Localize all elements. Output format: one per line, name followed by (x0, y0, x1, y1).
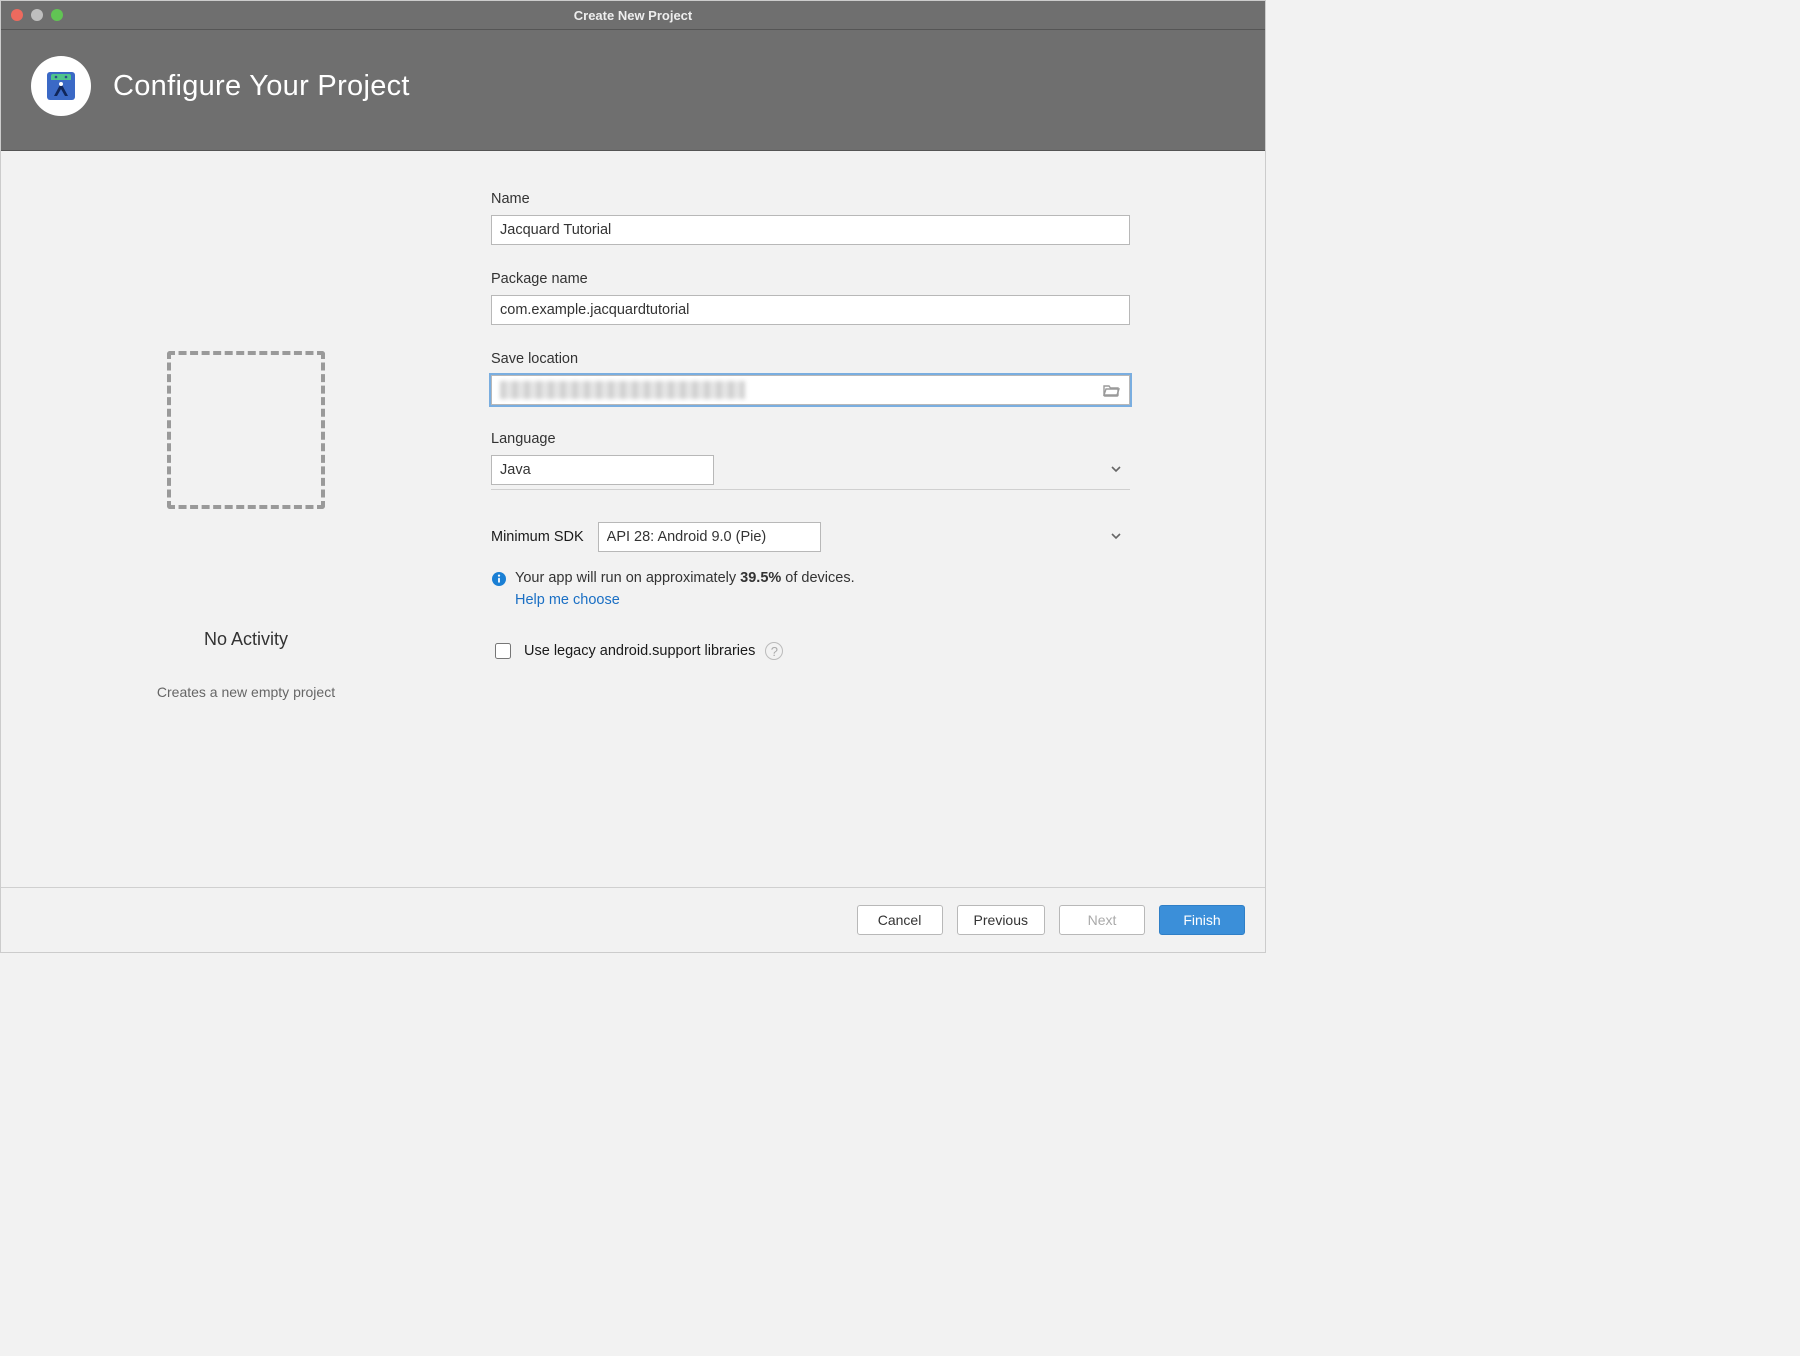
min-sdk-select[interactable] (598, 522, 821, 552)
dialog-footer: Cancel Previous Next Finish (1, 887, 1265, 952)
dialog-body: No Activity Creates a new empty project … (1, 151, 1265, 887)
help-me-choose-link[interactable]: Help me choose (515, 592, 855, 608)
package-input[interactable] (491, 295, 1130, 325)
template-thumbnail (167, 351, 325, 509)
dialog-header: Configure Your Project (1, 30, 1265, 151)
folder-open-icon (1103, 383, 1121, 397)
template-title: No Activity (204, 629, 288, 650)
name-input[interactable] (491, 215, 1130, 245)
previous-button[interactable]: Previous (957, 905, 1045, 935)
field-legacy-libs: Use legacy android.support libraries ? (491, 640, 1130, 662)
dialog-heading: Configure Your Project (113, 70, 410, 103)
legacy-help-button[interactable]: ? (765, 642, 783, 660)
project-form: Name Package name Save location (491, 151, 1265, 887)
save-location-input[interactable] (492, 376, 1095, 404)
save-location-label: Save location (491, 351, 1130, 367)
min-sdk-label: Minimum SDK (491, 529, 584, 545)
minimize-window-button[interactable] (31, 9, 43, 21)
field-language: Language (491, 431, 1130, 490)
field-name: Name (491, 191, 1130, 245)
chevron-down-icon (1110, 530, 1122, 542)
maximize-window-button[interactable] (51, 9, 63, 21)
window-controls (1, 9, 63, 21)
template-preview-pane: No Activity Creates a new empty project (1, 151, 491, 887)
android-studio-logo (31, 56, 91, 116)
template-subtitle: Creates a new empty project (157, 684, 335, 700)
field-min-sdk: Minimum SDK (491, 522, 1130, 552)
language-select[interactable] (491, 455, 714, 485)
field-save-location: Save location (491, 351, 1130, 405)
question-mark-icon: ? (765, 642, 783, 660)
finish-button[interactable]: Finish (1159, 905, 1245, 935)
android-studio-icon (41, 66, 81, 106)
coverage-percent: 39.5% (740, 570, 781, 586)
name-label: Name (491, 191, 1130, 207)
cancel-button[interactable]: Cancel (857, 905, 943, 935)
coverage-suffix: of devices. (781, 570, 854, 586)
device-coverage-info: Your app will run on approximately 39.5%… (491, 570, 1130, 608)
close-window-button[interactable] (11, 9, 23, 21)
chevron-down-icon (1110, 463, 1122, 475)
save-location-input-wrap (491, 375, 1130, 405)
window-title: Create New Project (1, 8, 1265, 23)
legacy-support-label: Use legacy android.support libraries (524, 643, 755, 659)
package-label: Package name (491, 271, 1130, 287)
info-icon (491, 571, 507, 587)
language-label: Language (491, 431, 1130, 447)
browse-location-button[interactable] (1095, 383, 1129, 397)
coverage-prefix: Your app will run on approximately (515, 570, 740, 586)
next-button: Next (1059, 905, 1145, 935)
field-package: Package name (491, 271, 1130, 325)
legacy-support-checkbox[interactable] (495, 643, 511, 659)
create-project-dialog: Create New Project Configure Your Projec… (0, 0, 1266, 953)
device-coverage-text: Your app will run on approximately 39.5%… (515, 570, 855, 608)
titlebar: Create New Project (1, 1, 1265, 30)
